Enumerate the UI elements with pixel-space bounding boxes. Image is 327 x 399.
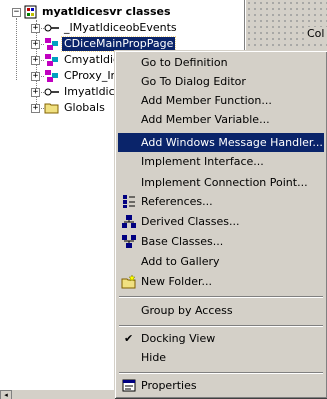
menu-item-go-to-dialog-editor[interactable]: Go To Dialog Editor <box>118 72 324 91</box>
menu-item-references[interactable]: References... <box>118 192 324 211</box>
collapse-icon[interactable]: − <box>12 8 21 17</box>
project-classes-icon <box>24 5 37 19</box>
tree-item-events-interface[interactable]: + _IMyatldiceobEvents <box>0 20 245 36</box>
tree-item-label: CProxy_Ir <box>64 69 116 82</box>
menu-item-base-classes[interactable]: Base Classes... <box>118 232 324 251</box>
base-classes-icon <box>122 235 136 248</box>
interface-icon <box>44 24 59 32</box>
menu-item-hide[interactable]: Hide <box>118 348 324 367</box>
interface-icon <box>44 88 59 96</box>
expand-icon[interactable]: + <box>31 72 40 81</box>
menu-item-implement-interface[interactable]: Implement Interface... <box>118 152 324 171</box>
menu-item-new-folder[interactable]: New Folder... <box>118 272 324 291</box>
derived-classes-icon <box>122 215 136 228</box>
menu-item-add-to-gallery[interactable]: Add to Gallery <box>118 252 324 271</box>
menu-item-properties[interactable]: Properties <box>118 376 324 395</box>
class-icon <box>45 38 58 50</box>
expand-icon[interactable]: + <box>31 88 40 97</box>
checkmark-icon: ✔ <box>124 332 134 345</box>
menu-item-implement-connection-point[interactable]: Implement Connection Point... <box>118 173 324 192</box>
tree-item-label: Globals <box>64 101 105 114</box>
references-icon <box>123 195 135 208</box>
properties-icon <box>122 379 136 392</box>
class-icon <box>45 54 58 66</box>
new-folder-icon <box>121 274 136 289</box>
menu-separator <box>119 325 323 327</box>
tree-item-label: _IMyatldiceobEvents <box>64 21 177 34</box>
menu-item-add-member-variable[interactable]: Add Member Variable... <box>118 110 324 129</box>
menu-item-group-by-access[interactable]: Group by Access <box>118 301 324 320</box>
menu-item-add-member-function[interactable]: Add Member Function... <box>118 91 324 110</box>
tree-item-label: Cmyatldic <box>64 53 120 66</box>
menu-item-go-to-definition[interactable]: Go to Definition <box>118 53 324 72</box>
tree-root[interactable]: − myatldicesvr classes <box>0 4 245 20</box>
menu-item-docking-view[interactable]: ✔ Docking View <box>118 329 324 348</box>
context-menu: Go to Definition Go To Dialog Editor Add… <box>114 50 327 398</box>
expand-icon[interactable]: + <box>31 24 40 33</box>
menu-separator <box>119 296 323 298</box>
dialog-control-label[interactable]: Col <box>307 27 327 40</box>
menu-separator <box>119 372 323 374</box>
scroll-left-icon[interactable]: ◂ <box>0 390 12 399</box>
folder-icon <box>44 103 59 114</box>
expand-icon[interactable]: + <box>31 104 40 113</box>
class-icon <box>45 70 58 82</box>
tree-item-label: CDiceMainPropPage <box>60 36 177 52</box>
horizontal-scrollbar[interactable]: ◂ <box>0 389 117 399</box>
menu-item-add-windows-message-handler[interactable]: Add Windows Message Handler... <box>118 133 324 152</box>
menu-item-derived-classes[interactable]: Derived Classes... <box>118 212 324 231</box>
expand-icon[interactable]: + <box>31 40 40 49</box>
tree-root-label: myatldicesvr classes <box>42 5 171 18</box>
expand-icon[interactable]: + <box>31 56 40 65</box>
